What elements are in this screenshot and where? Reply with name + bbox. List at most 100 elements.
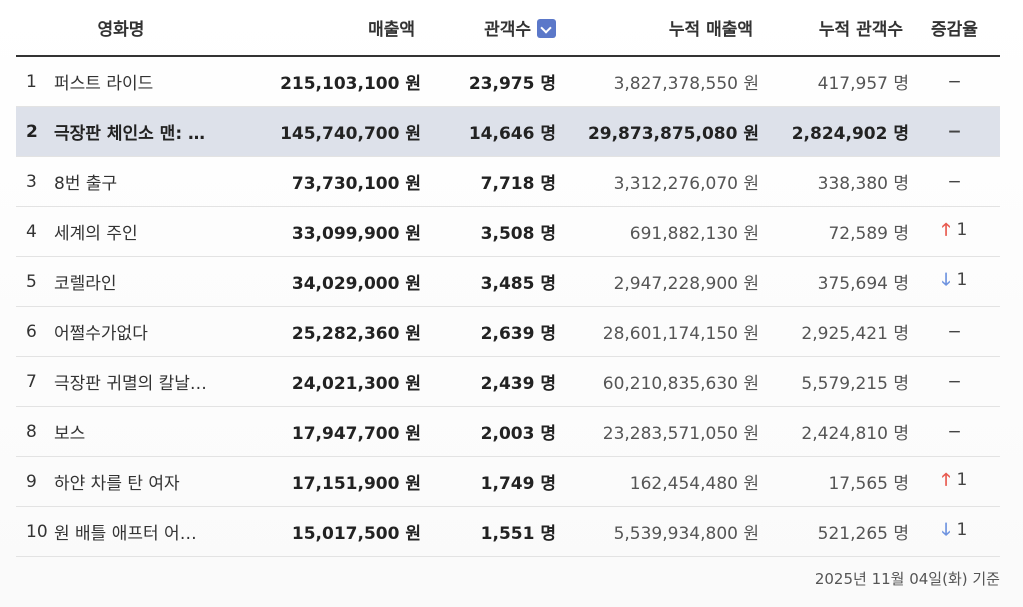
cell-cum-sales: 28,601,174,150 원 (556, 306, 759, 357)
header-sales[interactable]: 매출액 (226, 0, 421, 57)
cell-sales: 145,740,700 원 (226, 106, 421, 157)
table-row[interactable]: 6 어쩔수가없다 25,282,360 원 2,639 명 28,601,174… (16, 306, 1000, 357)
change-number: 1 (956, 270, 968, 290)
movie-title[interactable]: 극장판 귀멸의 칼날… (54, 369, 207, 394)
chevron-down-icon[interactable] (537, 19, 556, 38)
movie-title[interactable]: 어쩔수가없다 (54, 319, 148, 344)
cell-audience: 2,639 명 (421, 306, 556, 357)
cell-sales: 73,730,100 원 (226, 156, 421, 207)
box-office-panel: 영화명 매출액 관객수 누적 매출액 누적 관객수 증감율 1 퍼스트 라이드 … (0, 0, 1023, 607)
cell-title[interactable]: 8 보스 (16, 406, 226, 457)
header-change[interactable]: 증감율 (909, 0, 1000, 57)
cell-title[interactable]: 3 8번 출구 (16, 156, 226, 207)
cell-sales: 24,021,300 원 (226, 356, 421, 407)
cell-sales: 17,947,700 원 (226, 406, 421, 457)
cell-cum-audience: 417,957 명 (759, 56, 909, 107)
cell-change: − (909, 56, 1000, 107)
cell-title[interactable]: 10 원 배틀 애프터 어… (16, 506, 226, 557)
cell-title[interactable]: 9 하얀 차를 탄 여자 (16, 456, 226, 507)
movie-title[interactable]: 극장판 체인소 맨: … (54, 119, 205, 144)
cell-change: − (909, 306, 1000, 357)
rank-number: 7 (26, 371, 37, 392)
cell-cum-sales: 29,873,875,080 원 (556, 106, 759, 157)
cell-cum-sales: 5,539,934,800 원 (556, 506, 759, 557)
change-number: 1 (956, 220, 968, 240)
table-row[interactable]: 9 하얀 차를 탄 여자 17,151,900 원 1,749 명 162,45… (16, 456, 1000, 507)
cell-cum-sales: 691,882,130 원 (556, 206, 759, 257)
rank-number: 8 (26, 421, 37, 442)
cell-cum-sales: 3,312,276,070 원 (556, 156, 759, 207)
header-title[interactable]: 영화명 (16, 0, 226, 57)
cell-cum-audience: 2,824,902 명 (759, 106, 909, 157)
cell-cum-audience: 375,694 명 (759, 256, 909, 307)
movie-title[interactable]: 8번 출구 (54, 169, 117, 194)
cell-sales: 34,029,000 원 (226, 256, 421, 307)
cell-title[interactable]: 7 극장판 귀멸의 칼날… (16, 356, 226, 407)
dash-icon: − (947, 71, 962, 92)
table-body: 1 퍼스트 라이드 215,103,100 원 23,975 명 3,827,3… (16, 56, 1000, 557)
cell-title[interactable]: 2 극장판 체인소 맨: … (16, 106, 226, 157)
dash-icon: − (947, 321, 962, 342)
cell-change: 🡑 1 (909, 206, 1000, 257)
arrow-down-icon: 🡓 (941, 520, 951, 540)
table-header-row: 영화명 매출액 관객수 누적 매출액 누적 관객수 증감율 (16, 0, 1000, 57)
cell-audience: 7,718 명 (421, 156, 556, 207)
cell-title[interactable]: 6 어쩔수가없다 (16, 306, 226, 357)
cell-cum-audience: 72,589 명 (759, 206, 909, 257)
table-row[interactable]: 2 극장판 체인소 맨: … 145,740,700 원 14,646 명 29… (16, 106, 1000, 157)
rank-number: 2 (26, 121, 38, 142)
cell-sales: 215,103,100 원 (226, 56, 421, 107)
movie-title[interactable]: 코렐라인 (54, 269, 117, 294)
cell-cum-sales: 60,210,835,630 원 (556, 356, 759, 407)
arrow-up-icon: 🡑 (941, 470, 951, 490)
table-row[interactable]: 1 퍼스트 라이드 215,103,100 원 23,975 명 3,827,3… (16, 56, 1000, 107)
cell-title[interactable]: 4 세계의 주인 (16, 206, 226, 257)
table-row[interactable]: 4 세계의 주인 33,099,900 원 3,508 명 691,882,13… (16, 206, 1000, 257)
cell-sales: 25,282,360 원 (226, 306, 421, 357)
cell-change: − (909, 356, 1000, 407)
cell-change: 🡑 1 (909, 456, 1000, 507)
table-row[interactable]: 7 극장판 귀멸의 칼날… 24,021,300 원 2,439 명 60,21… (16, 356, 1000, 407)
table-row[interactable]: 8 보스 17,947,700 원 2,003 명 23,283,571,050… (16, 406, 1000, 457)
header-cum-audience-label: 누적 관객수 (818, 20, 903, 40)
cell-cum-audience: 521,265 명 (759, 506, 909, 557)
cell-audience: 1,749 명 (421, 456, 556, 507)
arrow-up-icon: 🡑 (941, 220, 951, 240)
cell-change: − (909, 406, 1000, 457)
movie-title[interactable]: 보스 (54, 419, 85, 444)
cell-cum-audience: 2,925,421 명 (759, 306, 909, 357)
movie-title[interactable]: 원 배틀 애프터 어… (54, 519, 197, 544)
rank-number: 3 (26, 171, 37, 192)
cell-title[interactable]: 5 코렐라인 (16, 256, 226, 307)
rank-number: 6 (26, 321, 37, 342)
table-row[interactable]: 3 8번 출구 73,730,100 원 7,718 명 3,312,276,0… (16, 156, 1000, 207)
header-sales-label: 매출액 (368, 20, 415, 40)
cell-change: 🡓 1 (909, 506, 1000, 557)
cell-change: − (909, 156, 1000, 207)
cell-title[interactable]: 1 퍼스트 라이드 (16, 56, 226, 107)
table-row[interactable]: 5 코렐라인 34,029,000 원 3,485 명 2,947,228,90… (16, 256, 1000, 307)
cell-change: − (909, 106, 1000, 157)
header-cum-audience[interactable]: 누적 관객수 (759, 0, 909, 57)
change-number: 1 (956, 470, 968, 490)
rank-number: 4 (26, 221, 37, 242)
arrow-down-icon: 🡓 (941, 270, 951, 290)
cell-audience: 3,485 명 (421, 256, 556, 307)
cell-cum-sales: 162,454,480 원 (556, 456, 759, 507)
movie-title[interactable]: 세계의 주인 (54, 219, 138, 244)
movie-title[interactable]: 하얀 차를 탄 여자 (54, 469, 180, 494)
rank-number: 5 (26, 271, 37, 292)
rank-number: 10 (26, 521, 48, 542)
cell-audience: 23,975 명 (421, 56, 556, 107)
cell-cum-audience: 2,424,810 명 (759, 406, 909, 457)
date-footer: 2025년 11월 04일(화) 기준 (814, 570, 1000, 588)
cell-cum-sales: 3,827,378,550 원 (556, 56, 759, 107)
cell-cum-audience: 338,380 명 (759, 156, 909, 207)
cell-audience: 2,439 명 (421, 356, 556, 407)
cell-cum-audience: 17,565 명 (759, 456, 909, 507)
header-cum-sales[interactable]: 누적 매출액 (556, 0, 759, 57)
table-row[interactable]: 10 원 배틀 애프터 어… 15,017,500 원 1,551 명 5,53… (16, 506, 1000, 557)
header-audience[interactable]: 관객수 (421, 0, 556, 57)
rank-number: 1 (26, 71, 37, 92)
movie-title[interactable]: 퍼스트 라이드 (54, 69, 153, 94)
